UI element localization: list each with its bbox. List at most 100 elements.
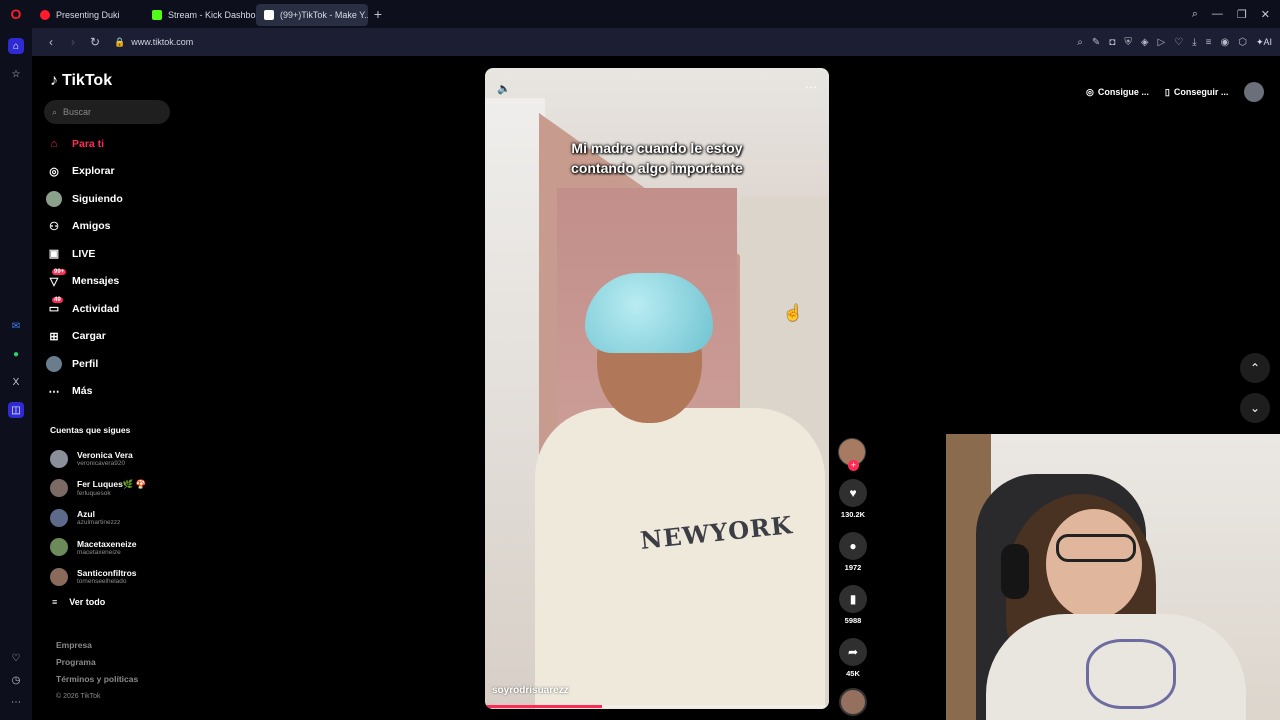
search-tabs-icon[interactable]: ⌕ (1192, 8, 1198, 21)
list-item[interactable]: Azul azulmartinezzz (50, 503, 190, 533)
music-disc-avatar[interactable] (839, 688, 867, 716)
play-icon[interactable]: ▷ (1158, 37, 1166, 48)
compass-icon: ◎ (49, 165, 59, 178)
extension-icon[interactable]: ◈ (1141, 37, 1149, 48)
comment-icon: ● (839, 532, 867, 560)
download-icon[interactable]: ⤓ (1192, 37, 1196, 48)
reload-icon[interactable]: ↻ (84, 35, 106, 49)
like-button[interactable]: ♥ 130.2K (838, 479, 868, 519)
webcam-person (1056, 534, 1136, 562)
more-icon[interactable]: ⋯ (8, 694, 24, 710)
comment-button[interactable]: ● 1972 (838, 532, 868, 572)
more-options-icon[interactable]: ⋯ (805, 80, 817, 94)
heart-icon[interactable]: ♡ (1174, 37, 1183, 48)
headset-icon (1001, 544, 1029, 599)
follow-plus-icon[interactable]: + (848, 460, 859, 471)
profile-avatar[interactable] (1244, 82, 1265, 102)
home-icon: ⌂ (50, 137, 58, 150)
video-player[interactable]: NEWYORK Mi madre cuando le estoy contand… (485, 68, 829, 709)
share-button[interactable]: ➦ 45K (838, 638, 868, 678)
nav-item-mensajes[interactable]: ▽ 99+ Mensajes (46, 268, 186, 296)
volume-icon[interactable]: 🔈 (497, 82, 511, 95)
top-right-actions: ◎ Consigue ... ▯ Conseguir ... (1086, 82, 1265, 102)
list-item[interactable]: Macetaxeneize macetaxeneize (50, 533, 190, 563)
video-username[interactable]: soyrodrisuarezz (492, 685, 569, 696)
next-video-button[interactable]: ⌄ (1240, 393, 1270, 423)
save-button[interactable]: ▮ 5988 (838, 585, 868, 625)
history-icon[interactable]: ◷ (8, 672, 24, 688)
shield-icon[interactable]: ⛨ (1124, 37, 1132, 48)
activity-icon: ▭ 49 (48, 296, 63, 316)
zoom-icon[interactable]: ⌕ (1077, 37, 1083, 48)
see-all-button[interactable]: ≡ Ver todo (52, 597, 105, 607)
new-tab-button[interactable]: + (368, 6, 388, 22)
list-item[interactable]: Veronica Vera veronicavera920 (50, 444, 190, 474)
url-field[interactable]: 🔒 www.tiktok.com (114, 37, 193, 48)
previous-video-button[interactable]: ⌃ (1240, 353, 1270, 383)
close-icon[interactable]: ✕ (1261, 8, 1270, 21)
home-icon[interactable]: ⌂ (8, 38, 24, 54)
search-placeholder: Buscar (63, 107, 92, 117)
x-icon[interactable]: X (8, 374, 24, 390)
nav-item-amigos[interactable]: ⚇ Amigos (46, 213, 186, 241)
tiktok-note-icon: ♪ (50, 72, 58, 89)
tiktok-logo[interactable]: ♪ TikTok (50, 72, 112, 90)
forward-icon[interactable]: › (62, 35, 84, 49)
window-controls: ⌕ — ❐ ✕ (1192, 8, 1280, 21)
nav-item-explorar[interactable]: ◎ Explorar (46, 158, 186, 186)
hoodie-print (1086, 639, 1176, 709)
nav-item-cargar[interactable]: ⊞ Cargar (46, 323, 186, 351)
nav-item-mas[interactable]: ⋯ Más (46, 378, 186, 406)
tab-kick-dashboard[interactable]: Stream - Kick Dashboard (144, 4, 256, 26)
get-app-button[interactable]: ▯ Conseguir ... (1165, 87, 1228, 98)
avatar (50, 567, 68, 586)
footer-link-terminos[interactable]: Términos y políticas (56, 671, 138, 688)
nav-item-siguiendo[interactable]: Siguiendo (46, 185, 186, 213)
footer-links: Empresa Programa Términos y políticas © … (56, 637, 138, 705)
avatar (50, 479, 68, 498)
restore-icon[interactable]: ❐ (1237, 8, 1247, 21)
nav-item-perfil[interactable]: Perfil (46, 350, 186, 378)
list-icon: ≡ (52, 597, 58, 607)
save-count: 5988 (844, 616, 862, 625)
opera-logo-icon[interactable]: O (0, 0, 32, 28)
webcam-person (1046, 509, 1142, 619)
creator-avatar[interactable]: + (838, 438, 866, 471)
main-nav: ⌂ Para ti ◎ Explorar Siguiendo ⚇ Amigos … (46, 130, 186, 405)
hand-cursor-icon: ☝ (783, 305, 803, 322)
cube-icon[interactable]: ⬡ (1238, 37, 1247, 48)
nav-item-actividad[interactable]: ▭ 49 Actividad (46, 295, 186, 323)
live-icon: ▣ (48, 248, 60, 261)
back-icon[interactable]: ‹ (40, 35, 62, 49)
get-coins-button[interactable]: ◎ Consigue ... (1086, 87, 1149, 98)
ai-button[interactable]: ✦AI (1256, 37, 1272, 48)
nav-item-live[interactable]: ▣ LIVE (46, 240, 186, 268)
nav-item-para-ti[interactable]: ⌂ Para ti (46, 130, 186, 158)
list-item[interactable]: Fer Luques🌿 🍄 ferluquesok (50, 474, 190, 504)
avatar (50, 508, 68, 527)
minimize-icon[interactable]: — (1212, 8, 1223, 20)
footer-link-programa[interactable]: Programa (56, 654, 138, 671)
edit-icon[interactable]: ✎ (1092, 37, 1100, 48)
messenger-icon[interactable]: ✉ (8, 318, 24, 334)
url-text: www.tiktok.com (131, 37, 194, 47)
heart-icon[interactable]: ♡ (8, 650, 24, 666)
footer-link-empresa[interactable]: Empresa (56, 637, 138, 654)
menu-icon[interactable]: ≡ (1206, 37, 1212, 48)
search-input[interactable]: ⌕ Buscar (44, 100, 170, 124)
tab-presenting-duki[interactable]: Presenting Duki (32, 4, 144, 26)
phone-icon: ▯ (1164, 86, 1170, 97)
profile-avatar (46, 355, 62, 372)
friends-icon: ⚇ (49, 220, 59, 233)
list-item[interactable]: Santiconfiltros tomenseelhelado (50, 562, 190, 592)
tab-tiktok[interactable]: (99+)TikTok - Make Y... (256, 4, 368, 26)
action-column: + ♥ 130.2K ● 1972 ▮ 5988 ➦ 45K (838, 438, 868, 716)
whatsapp-icon[interactable]: ● (8, 346, 24, 362)
video-person (585, 273, 713, 353)
kick-favicon-icon (152, 10, 162, 20)
video-progress-bar[interactable] (485, 705, 829, 708)
camera-icon[interactable]: ◘ (1109, 37, 1115, 48)
profile-icon[interactable]: ◉ (1220, 37, 1229, 48)
star-icon[interactable]: ☆ (8, 66, 24, 82)
app-icon[interactable]: ◫ (8, 402, 24, 418)
